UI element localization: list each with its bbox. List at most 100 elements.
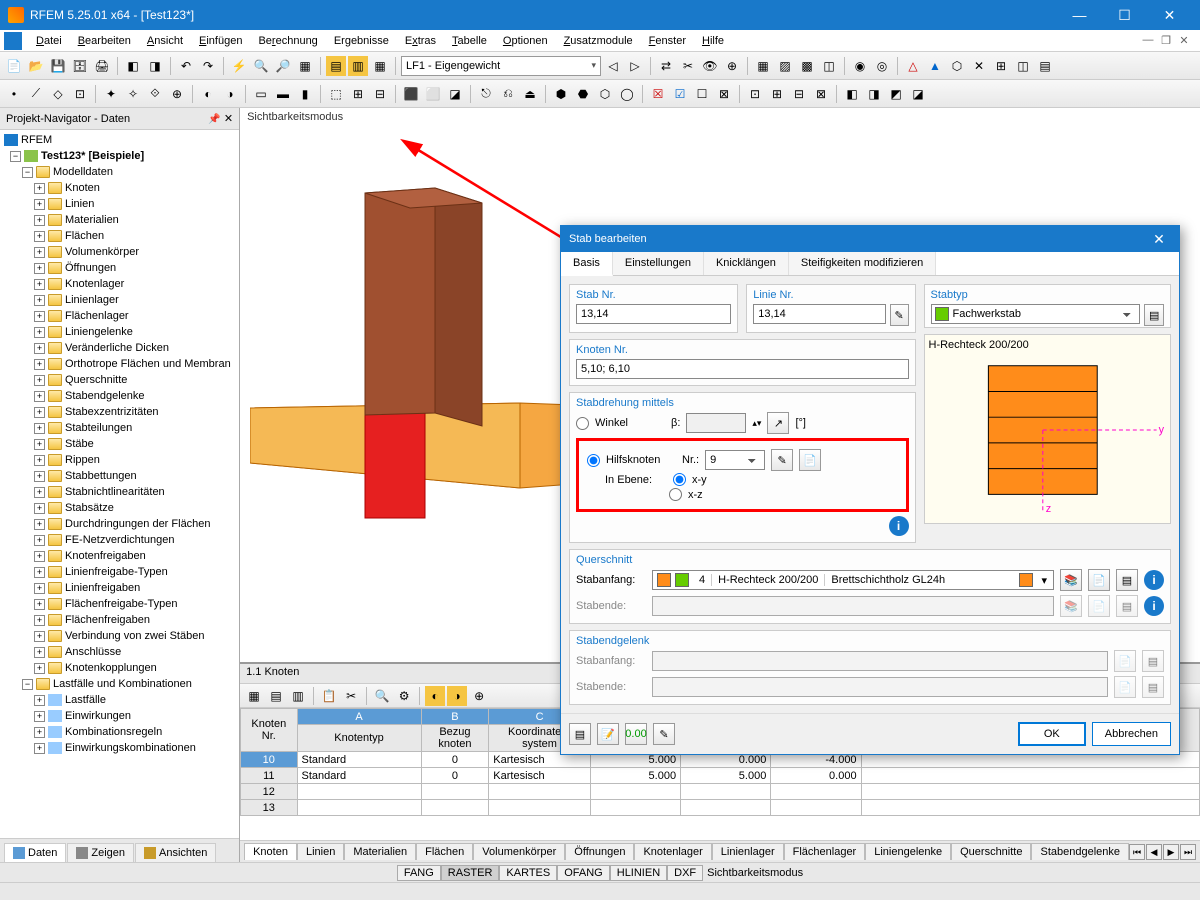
stabtyp-select[interactable]: [931, 304, 1141, 324]
tab-next-icon[interactable]: ▶: [1163, 844, 1179, 860]
tree-toggle[interactable]: +: [34, 519, 45, 530]
tree-label[interactable]: Öffnungen: [65, 262, 116, 274]
nav-tab-zeigen[interactable]: Zeigen: [67, 843, 134, 862]
tb-undo-icon[interactable]: ↶: [176, 56, 196, 76]
tb-icon[interactable]: ◪: [908, 84, 928, 104]
tree-toggle[interactable]: +: [34, 247, 45, 258]
tb-icon[interactable]: ⎋: [476, 84, 496, 104]
tab-knicklaengen[interactable]: Knicklängen: [704, 252, 789, 275]
tb-icon[interactable]: ⇄: [656, 56, 676, 76]
info-icon[interactable]: i: [889, 516, 909, 536]
tree-label[interactable]: Stabsätze: [65, 502, 114, 514]
menu-ansicht[interactable]: Ansicht: [139, 33, 191, 49]
doc-close[interactable]: ✕: [1176, 34, 1192, 47]
tree-label[interactable]: Stabteilungen: [65, 422, 132, 434]
tb-icon[interactable]: ▤: [326, 56, 346, 76]
gelenk-new-icon[interactable]: 📄: [1114, 650, 1136, 672]
info-icon[interactable]: i: [1144, 570, 1164, 590]
tb-icon[interactable]: ⊡: [70, 84, 90, 104]
knoten-nr-input[interactable]: [576, 359, 909, 379]
tree-label[interactable]: Stabexzentrizitäten: [65, 406, 159, 418]
tb-icon[interactable]: ▤: [266, 686, 286, 706]
tb-icon[interactable]: 🔍: [372, 686, 392, 706]
tree-toggle[interactable]: +: [34, 311, 45, 322]
tree-label[interactable]: Liniengelenke: [65, 326, 133, 338]
tb-icon[interactable]: ◪: [445, 84, 465, 104]
tree-label[interactable]: Linien: [65, 198, 94, 210]
tree-label[interactable]: Linienlager: [65, 294, 119, 306]
tree-label[interactable]: Orthotrope Flächen und Membran: [65, 358, 231, 370]
table-tab[interactable]: Knotenlager: [634, 843, 711, 860]
qs-lib-icon[interactable]: 📚: [1060, 569, 1082, 591]
tb-icon[interactable]: ☐: [692, 84, 712, 104]
tab-first-icon[interactable]: ⏮: [1129, 844, 1145, 860]
tb-icon[interactable]: 🔍: [251, 56, 271, 76]
tb-icon[interactable]: ◩: [886, 84, 906, 104]
tb-icon[interactable]: ✂: [341, 686, 361, 706]
tree-toggle[interactable]: +: [34, 583, 45, 594]
tree-label[interactable]: Flächenlager: [65, 310, 129, 322]
status-raster[interactable]: RASTER: [441, 865, 500, 881]
pick-icon[interactable]: ✎: [890, 304, 909, 326]
menu-optionen[interactable]: Optionen: [495, 33, 556, 49]
tree-toggle[interactable]: +: [34, 631, 45, 642]
tree-label[interactable]: FE-Netzverdichtungen: [65, 534, 174, 546]
tree-toggle[interactable]: +: [34, 439, 45, 450]
tree-label[interactable]: Stäbe: [65, 438, 94, 450]
tree-toggle[interactable]: +: [34, 615, 45, 626]
tree-label[interactable]: Knotenlager: [65, 278, 124, 290]
tb-icon[interactable]: ✦: [101, 84, 121, 104]
menu-datei[interactable]: Datei: [28, 33, 70, 49]
tree-label[interactable]: Flächenfreigabe-Typen: [65, 598, 178, 610]
tree-toggle[interactable]: +: [34, 391, 45, 402]
tb-icon[interactable]: ◑: [447, 686, 467, 706]
tree-label[interactable]: Materialien: [65, 214, 119, 226]
dialog-close-icon[interactable]: ✕: [1147, 231, 1171, 248]
minimize-button[interactable]: —: [1057, 0, 1102, 30]
tb-new-icon[interactable]: 📄: [4, 56, 24, 76]
status-ofang[interactable]: OFANG: [557, 865, 610, 881]
tb-icon[interactable]: ⚡: [229, 56, 249, 76]
tree-toggle[interactable]: +: [34, 743, 45, 754]
tb-icon[interactable]: ⊟: [789, 84, 809, 104]
tb-save-icon[interactable]: 💾: [48, 56, 68, 76]
tb-icon[interactable]: ⊕: [469, 686, 489, 706]
table-tab[interactable]: Linienlager: [712, 843, 784, 860]
tree-toggle[interactable]: +: [34, 295, 45, 306]
tb-icon[interactable]: ⊞: [991, 56, 1011, 76]
tb-icon[interactable]: ☑: [670, 84, 690, 104]
table-tab[interactable]: Knoten: [244, 843, 297, 860]
tb-icon[interactable]: ▦: [295, 56, 315, 76]
qs-lib-icon[interactable]: 📚: [1060, 595, 1082, 617]
tb-icon[interactable]: ⊕: [167, 84, 187, 104]
menu-ergebnisse[interactable]: Ergebnisse: [326, 33, 397, 49]
tree-toggle[interactable]: −: [22, 679, 33, 690]
tree-toggle[interactable]: +: [34, 695, 45, 706]
tree-label[interactable]: Linienfreigabe-Typen: [65, 566, 168, 578]
status-hlinien[interactable]: HLINIEN: [610, 865, 667, 881]
tree-toggle[interactable]: +: [34, 199, 45, 210]
linie-nr-input[interactable]: [753, 304, 885, 324]
tree-toggle[interactable]: +: [34, 327, 45, 338]
tb-icon[interactable]: ◨: [864, 84, 884, 104]
tb-next-icon[interactable]: ▷: [625, 56, 645, 76]
tb-icon[interactable]: ⬣: [573, 84, 593, 104]
footer-icon[interactable]: ▤: [569, 723, 591, 745]
pick-angle-icon[interactable]: ↗: [767, 412, 789, 434]
tb-icon[interactable]: ⊠: [811, 84, 831, 104]
tb-saveall-icon[interactable]: 🗄: [70, 56, 90, 76]
tb-icon[interactable]: ✂: [678, 56, 698, 76]
tb-icon[interactable]: ⬢: [551, 84, 571, 104]
pin-icon[interactable]: 📌: [208, 114, 220, 125]
tb-icon[interactable]: ⚙: [394, 686, 414, 706]
tree-label[interactable]: Knoten: [65, 182, 100, 194]
tree-toggle[interactable]: +: [34, 567, 45, 578]
tb-icon[interactable]: ⬡: [947, 56, 967, 76]
tb-icon[interactable]: ▬: [273, 84, 293, 104]
tb-icon[interactable]: ◧: [123, 56, 143, 76]
tree-toggle[interactable]: −: [10, 151, 21, 162]
gelenk-edit-icon[interactable]: ▤: [1142, 650, 1164, 672]
tree-label[interactable]: Flächen: [65, 230, 104, 242]
menu-fenster[interactable]: Fenster: [641, 33, 694, 49]
menu-bearbeiten[interactable]: Bearbeiten: [70, 33, 139, 49]
